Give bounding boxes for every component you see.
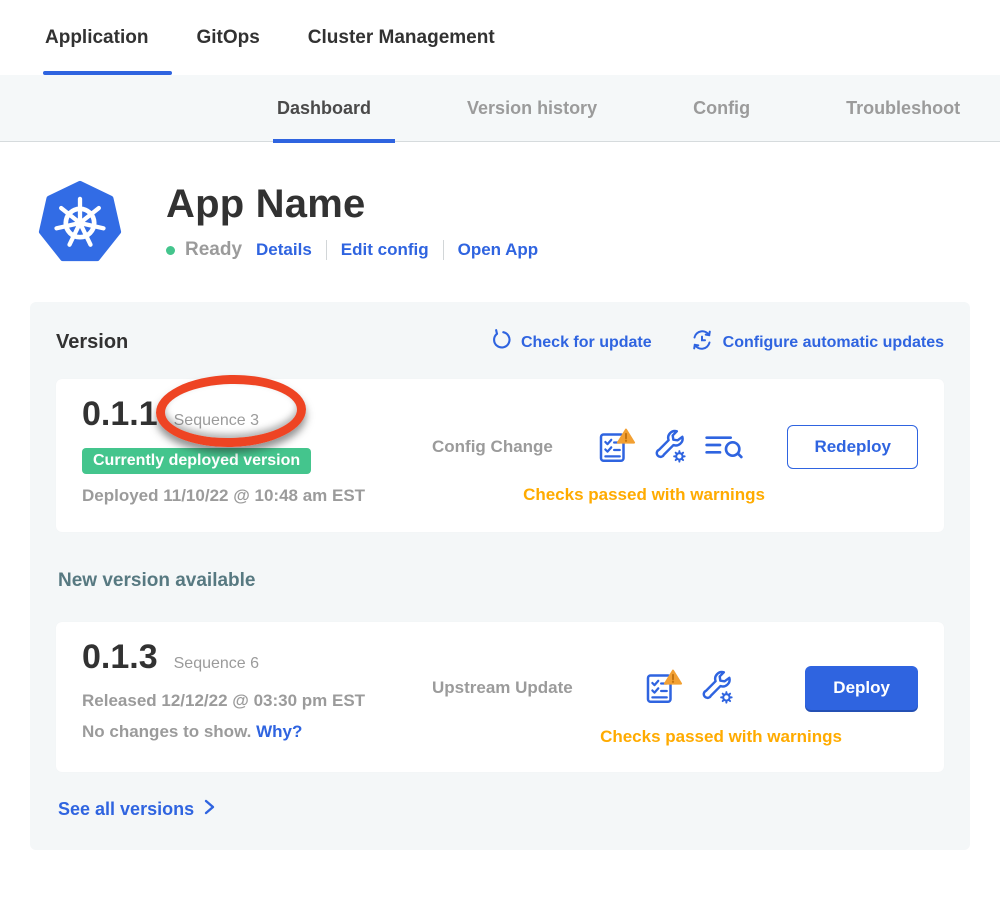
deployed-timestamp: Deployed 11/10/22 @ 10:48 am EST bbox=[82, 486, 432, 506]
edit-config-wrench-icon[interactable] bbox=[652, 429, 688, 465]
details-link[interactable]: Details bbox=[256, 240, 312, 260]
configure-automatic-updates-link[interactable]: Configure automatic updates bbox=[690, 328, 944, 357]
why-link[interactable]: Why? bbox=[256, 722, 302, 741]
version-source-label: Config Change bbox=[432, 437, 553, 457]
available-version-row: 0.1.3 Sequence 6 Released 12/12/22 @ 03:… bbox=[56, 622, 944, 772]
warning-triangle-icon bbox=[665, 671, 681, 684]
available-checks-status: Checks passed with warnings bbox=[432, 727, 918, 747]
app-title: App Name bbox=[166, 182, 538, 227]
tab-troubleshoot[interactable]: Troubleshoot bbox=[846, 75, 960, 142]
primary-nav: Application GitOps Cluster Management bbox=[0, 0, 1000, 75]
divider bbox=[326, 240, 327, 260]
preflight-checks-icon[interactable] bbox=[596, 427, 636, 467]
status-dot-icon bbox=[166, 246, 175, 255]
version-card: Version Check for update bbox=[30, 302, 970, 850]
nav-gitops[interactable]: GitOps bbox=[196, 0, 259, 75]
deploy-button[interactable]: Deploy bbox=[805, 666, 918, 710]
app-header: App Name Ready Details Edit config Open … bbox=[37, 180, 1000, 266]
nav-cluster-management[interactable]: Cluster Management bbox=[308, 0, 495, 75]
tab-version-history[interactable]: Version history bbox=[467, 75, 597, 142]
new-version-heading: New version available bbox=[58, 570, 944, 592]
tab-config[interactable]: Config bbox=[693, 75, 750, 142]
current-version-sequence: Sequence 3 bbox=[174, 412, 259, 430]
deployed-badge: Currently deployed version bbox=[82, 448, 311, 474]
open-app-link[interactable]: Open App bbox=[458, 240, 539, 260]
app-status: Ready bbox=[185, 239, 242, 261]
preflight-checks-icon[interactable] bbox=[643, 668, 683, 708]
available-version-number: 0.1.3 bbox=[82, 638, 158, 677]
kubernetes-logo-icon bbox=[37, 180, 123, 266]
current-checks-status: Checks passed with warnings bbox=[432, 485, 918, 505]
warning-triangle-icon bbox=[618, 430, 634, 443]
current-version-number: 0.1.1 bbox=[82, 395, 158, 434]
available-version-sequence: Sequence 6 bbox=[174, 655, 259, 673]
tab-dashboard[interactable]: Dashboard bbox=[277, 75, 371, 142]
see-all-versions-link[interactable]: See all versions bbox=[58, 798, 217, 821]
app-tab-bar: Dashboard Version history Config Trouble… bbox=[0, 75, 1000, 142]
edit-config-wrench-icon[interactable] bbox=[699, 670, 735, 706]
redeploy-button[interactable]: Redeploy bbox=[787, 425, 918, 469]
current-version-row: 0.1.1 Sequence 3 Currently deployed vers… bbox=[56, 379, 944, 532]
released-timestamp: Released 12/12/22 @ 03:30 pm EST bbox=[82, 691, 432, 711]
auto-update-clock-icon bbox=[690, 328, 714, 357]
view-diff-icon[interactable] bbox=[704, 431, 744, 463]
version-card-title: Version bbox=[56, 331, 128, 354]
check-for-update-link[interactable]: Check for update bbox=[490, 329, 652, 356]
edit-config-link[interactable]: Edit config bbox=[341, 240, 429, 260]
divider bbox=[443, 240, 444, 260]
chevron-right-icon bbox=[201, 798, 217, 821]
nav-application[interactable]: Application bbox=[45, 0, 148, 75]
no-changes-text: No changes to show. bbox=[82, 722, 251, 741]
version-source-label: Upstream Update bbox=[432, 678, 573, 698]
refresh-icon bbox=[490, 329, 512, 356]
